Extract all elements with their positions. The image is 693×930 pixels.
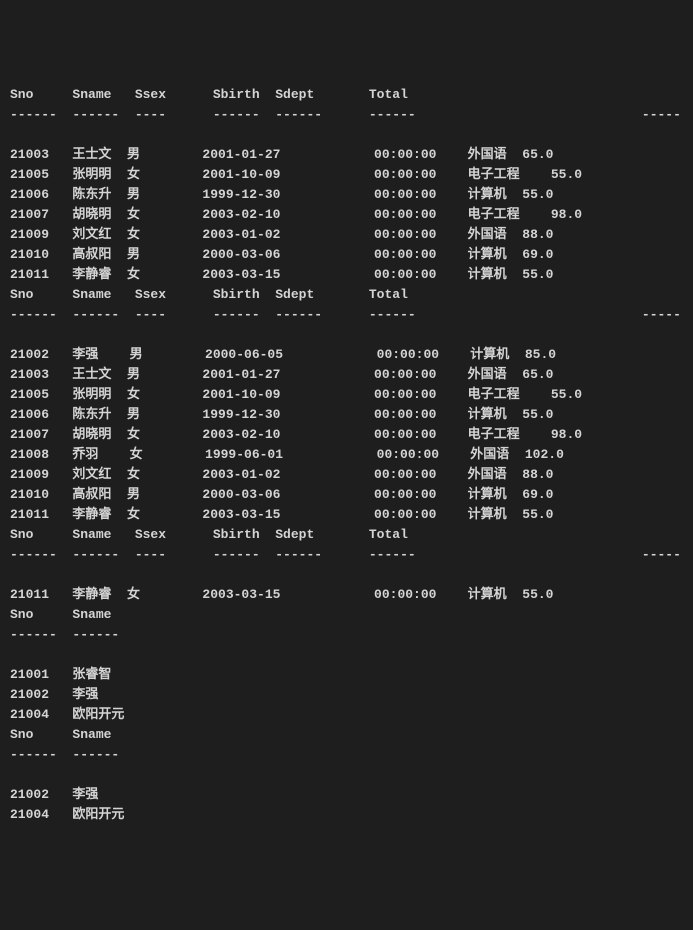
terminal-output: Sno Sname Ssex Sbirth Sdept Total ------… bbox=[10, 85, 683, 825]
